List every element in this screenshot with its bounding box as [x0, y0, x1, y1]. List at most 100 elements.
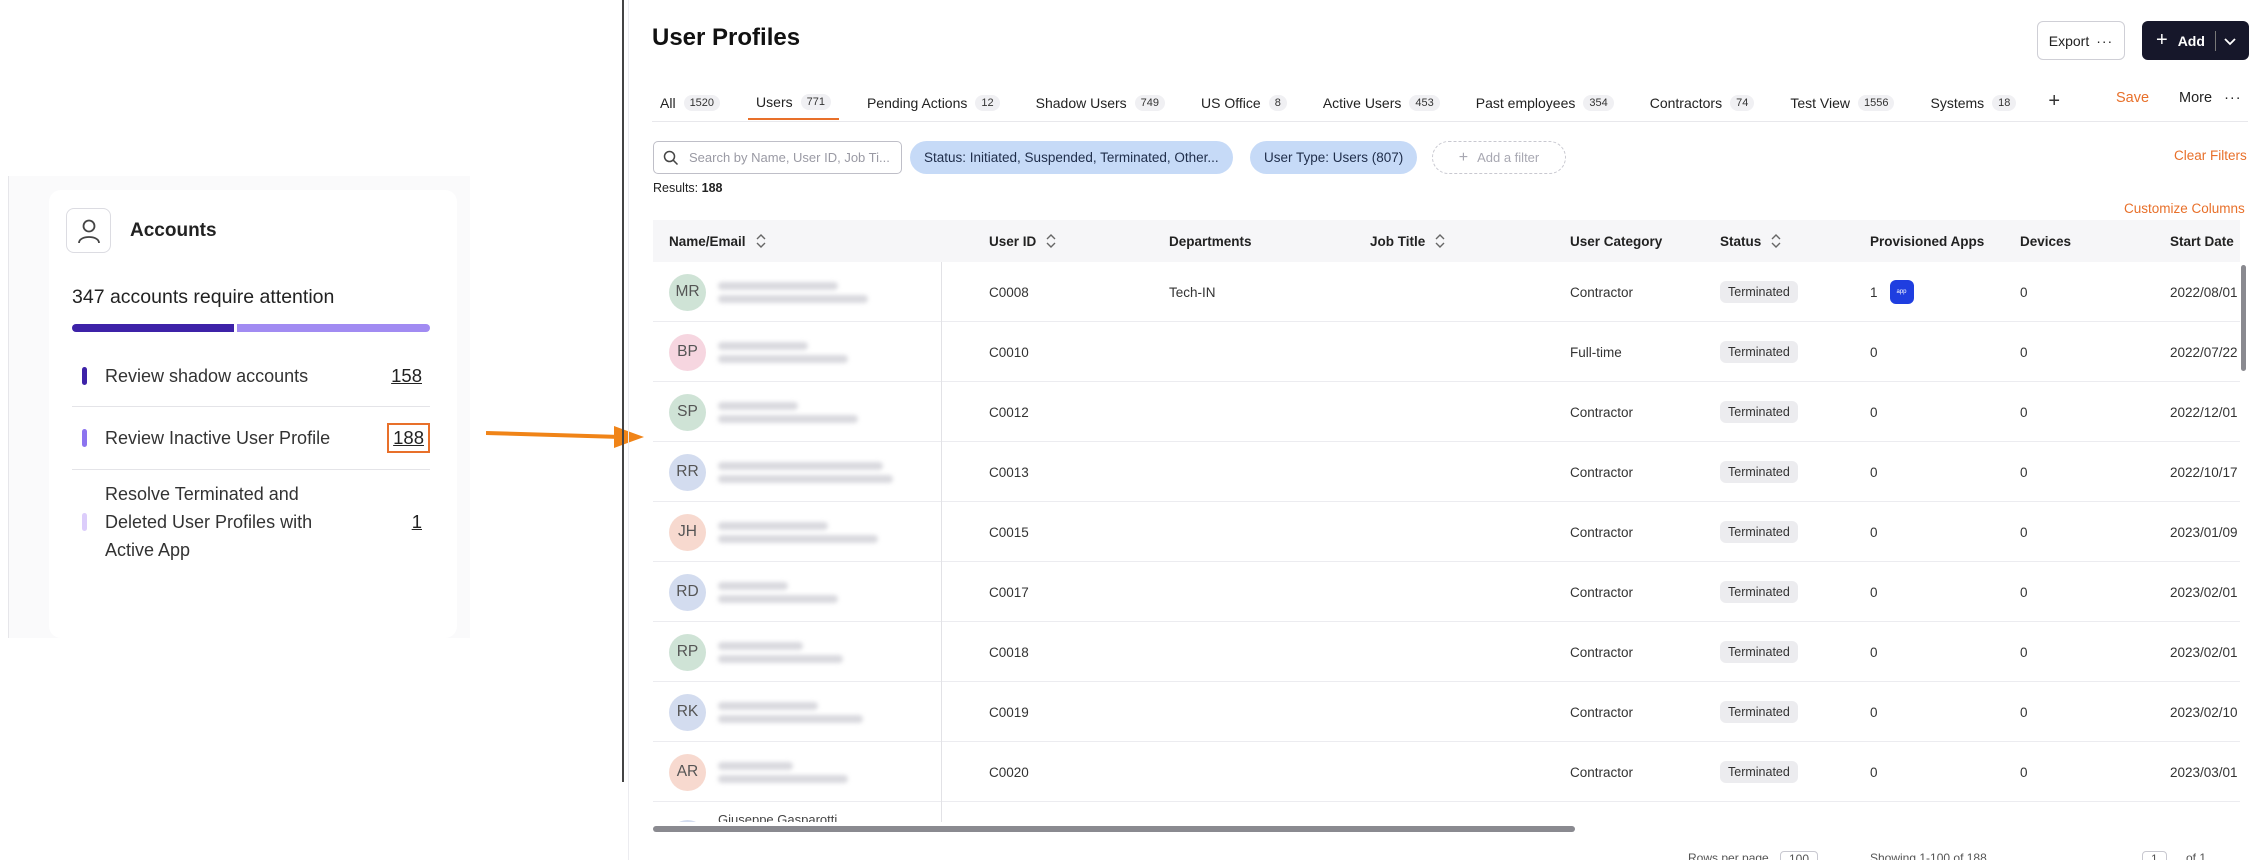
name-cell[interactable]: RR — [669, 442, 893, 502]
tab-us-office[interactable]: US Office 8 — [1193, 86, 1295, 120]
add-button[interactable]: + Add — [2142, 21, 2249, 60]
status-badge: Terminated — [1720, 761, 1798, 783]
provisioned-apps-cell[interactable]: 0 — [1870, 382, 1878, 442]
export-label: Export — [2048, 32, 2090, 49]
tab-all[interactable]: All 1520 — [652, 86, 728, 120]
column-header-name-email[interactable]: Name/Email — [669, 220, 766, 262]
tab-test-view[interactable]: Test View 1556 — [1782, 86, 1902, 120]
tab-active-users[interactable]: Active Users 453 — [1315, 86, 1448, 120]
user-category-cell: Contractor — [1570, 464, 1634, 480]
vertical-scrollbar[interactable] — [2241, 265, 2246, 371]
review-inactive-user-profile-item[interactable]: Review Inactive User Profile 188 — [72, 407, 430, 470]
name-cell[interactable]: SP — [669, 382, 858, 442]
status-badge: Terminated — [1720, 461, 1798, 483]
name-cell[interactable]: Giuseppe Gasparotti — [669, 802, 837, 822]
sort-icon[interactable] — [1771, 234, 1781, 248]
user-type-filter-chip[interactable]: User Type: Users (807) — [1250, 141, 1418, 174]
table-header: Name/Email User ID Departments Job Title… — [653, 220, 2240, 262]
column-header-user-id[interactable]: User ID — [989, 220, 1056, 262]
table-row[interactable]: AR C0020 Contractor Terminated 0 0 2023/03/01 — [653, 742, 2240, 802]
name-cell[interactable]: AR — [669, 742, 848, 802]
status-cell: Terminated — [1720, 442, 1798, 502]
user-id-cell: C0013 — [989, 464, 1029, 480]
name-cell[interactable]: RK — [669, 682, 863, 742]
provisioned-apps-cell[interactable]: 0 — [1870, 442, 1878, 502]
export-button[interactable]: Export ··· — [2037, 21, 2125, 60]
user-category-cell: Contractor — [1570, 704, 1634, 720]
sort-icon[interactable] — [1046, 234, 1056, 248]
tab-shadow-users[interactable]: Shadow Users 749 — [1028, 86, 1173, 120]
add-filter-button[interactable]: + Add a filter — [1432, 141, 1566, 174]
save-view-link[interactable]: Save — [2116, 90, 2149, 106]
showing-range: Showing 1-100 of 188 — [1870, 851, 1987, 860]
table-row[interactable]: SP C0012 Contractor Terminated 0 0 2022/12/01 — [653, 382, 2240, 442]
tab-systems[interactable]: Systems 18 — [1922, 86, 2024, 120]
tab-label: Systems — [1930, 95, 1985, 111]
provisioned-apps-cell[interactable]: 0 — [1870, 622, 1878, 682]
user-category-cell: Contractor — [1570, 404, 1634, 420]
tab-pending-actions[interactable]: Pending Actions 12 — [859, 86, 1008, 120]
horizontal-scrollbar[interactable] — [653, 826, 1575, 832]
redacted-name-email — [718, 281, 868, 303]
terminated-count-link[interactable]: 1 — [412, 511, 422, 533]
header-label: Devices — [2020, 233, 2072, 249]
devices-cell: 0 — [2020, 704, 2028, 720]
app-logo-icon[interactable]: app — [1889, 280, 1914, 304]
name-cell[interactable]: JH — [669, 502, 878, 562]
review-shadow-accounts-item[interactable]: Review shadow accounts 158 — [72, 345, 430, 407]
provisioned-apps-cell[interactable]: 0 — [1870, 322, 1878, 382]
chevron-down-icon[interactable] — [2224, 33, 2236, 49]
column-header-job-title[interactable]: Job Title — [1370, 220, 1445, 262]
provisioned-apps-cell[interactable]: 0 — [1870, 742, 1878, 802]
tab-count-badge: 1556 — [1858, 95, 1895, 111]
table-row[interactable]: RP C0018 Contractor Terminated 0 0 2023/02/01 — [653, 622, 2240, 682]
tab-past-employees[interactable]: Past employees 354 — [1468, 86, 1622, 120]
rows-per-page-select[interactable]: 100 — [1780, 851, 1819, 860]
page-number-input[interactable]: 1 — [2142, 851, 2167, 860]
column-header-status[interactable]: Status — [1720, 220, 1781, 262]
table-row[interactable]: JH C0015 Contractor Terminated 0 0 2023/01/09 — [653, 502, 2240, 562]
tab-users[interactable]: Users 771 — [748, 86, 839, 120]
status-filter-chip[interactable]: Status: Initiated, Suspended, Terminated… — [910, 141, 1233, 174]
column-header-provisioned-apps[interactable]: Provisioned Apps — [1870, 220, 1984, 262]
shadow-accounts-count-link[interactable]: 158 — [391, 365, 422, 387]
name-cell[interactable]: RD — [669, 562, 838, 622]
search-placeholder: Search by Name, User ID, Job Ti... — [689, 150, 890, 165]
provisioned-apps-cell[interactable]: 0 — [1870, 562, 1878, 622]
user-id-cell: C0008 — [989, 284, 1029, 300]
search-input[interactable]: Search by Name, User ID, Job Ti... — [653, 141, 902, 174]
more-menu-button[interactable]: More ··· — [2179, 90, 2242, 106]
table-row[interactable]: RK C0019 Contractor Terminated 0 0 2023/02/10 — [653, 682, 2240, 742]
table-row[interactable]: Giuseppe Gasparotti — [653, 802, 2240, 822]
column-header-user-category[interactable]: User Category — [1570, 220, 1662, 262]
more-dots-icon: ··· — [2224, 90, 2242, 106]
header-label: Name/Email — [669, 233, 746, 249]
column-header-start-date[interactable]: Start Date — [2170, 220, 2234, 262]
customize-columns-link[interactable]: Customize Columns — [2124, 201, 2245, 216]
sort-icon[interactable] — [1435, 234, 1445, 248]
name-cell[interactable]: BP — [669, 322, 848, 382]
add-label: Add — [2177, 32, 2205, 49]
tab-count-badge: 354 — [1583, 95, 1614, 111]
resolve-terminated-item[interactable]: Resolve Terminated and Deleted User Prof… — [72, 472, 430, 572]
provisioned-apps-cell[interactable]: 0 — [1870, 682, 1878, 742]
sort-icon[interactable] — [756, 234, 766, 248]
tab-contractors[interactable]: Contractors 74 — [1642, 86, 1763, 120]
table-row[interactable]: MR C0008 Tech-IN Contractor Terminated 1 app 0 2… — [653, 262, 2240, 322]
name-cell[interactable]: RP — [669, 622, 843, 682]
provisioned-apps-cell[interactable]: 0 — [1870, 502, 1878, 562]
provisioned-apps-cell[interactable]: 1 app — [1870, 262, 1914, 322]
column-header-devices[interactable]: Devices — [2020, 220, 2071, 262]
add-tab-icon[interactable]: + — [2048, 90, 2060, 113]
tab-count-badge: 74 — [1730, 95, 1755, 111]
column-header-departments[interactable]: Departments — [1169, 220, 1252, 262]
table-row[interactable]: RD C0017 Contractor Terminated 0 0 2023/02/01 — [653, 562, 2240, 622]
inactive-profile-count-link[interactable]: 188 — [387, 423, 430, 453]
name-cell[interactable]: MR — [669, 262, 868, 322]
start-date-cell: 2022/08/01 — [2170, 284, 2238, 300]
rows-per-page-label: Rows per page — [1688, 851, 1769, 860]
status-badge: Terminated — [1720, 281, 1798, 303]
clear-filters-link[interactable]: Clear Filters — [2174, 148, 2247, 163]
table-row[interactable]: BP C0010 Full-time Terminated 0 0 2022/07/22 — [653, 322, 2240, 382]
table-row[interactable]: RR C0013 Contractor Terminated 0 0 2022/10/17 — [653, 442, 2240, 502]
